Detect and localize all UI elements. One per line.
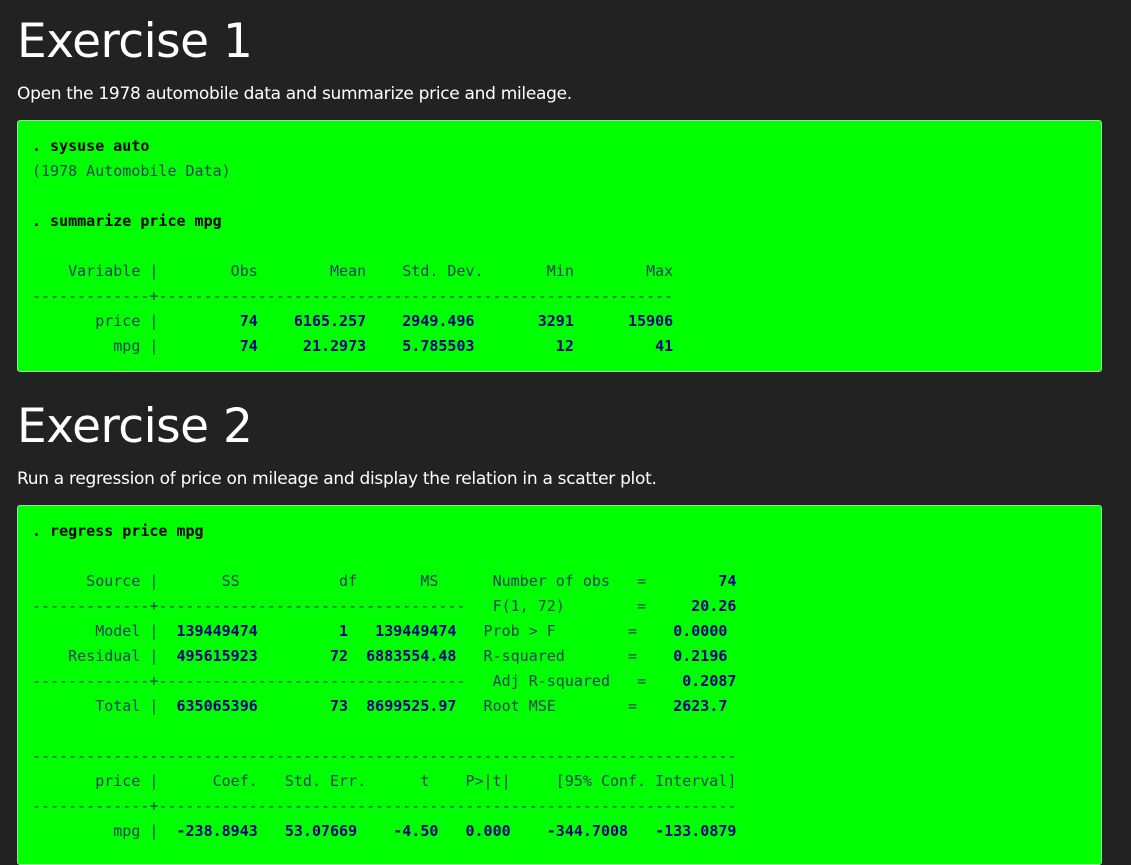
anova-row: Source | SS df MS Number of obs = 74 bbox=[32, 569, 736, 594]
summary-separator: -------------+--------------------------… bbox=[32, 287, 674, 305]
stat-label: R-squared = bbox=[456, 647, 638, 665]
coef-separator-mid: -------------+--------------------------… bbox=[32, 797, 737, 815]
summary-row-mpg: mpg | 74 21.2973 5.785503 12 41 bbox=[32, 334, 673, 359]
exercise-1-title: Exercise 1 bbox=[17, 14, 253, 69]
anova-left: -------------+--------------------------… bbox=[32, 597, 466, 615]
stat-value: 0.0000 bbox=[637, 622, 728, 640]
row-values: 74 6165.257 2949.496 3291 15906 bbox=[158, 312, 674, 330]
anova-row: Total | 635065396 73 8699525.97 Root MSE… bbox=[32, 694, 727, 719]
anova-row: -------------+--------------------------… bbox=[32, 669, 736, 694]
coef-row-mpg: mpg | -238.8943 53.07669 -4.50 0.000 -34… bbox=[32, 819, 736, 844]
anova-values: 635065396 73 8699525.97 bbox=[158, 697, 457, 715]
stat-value: 2623.7 bbox=[637, 697, 728, 715]
stat-label: Root MSE = bbox=[456, 697, 638, 715]
anova-row: Residual | 495615923 72 6883554.48 R-squ… bbox=[32, 644, 727, 669]
anova-row: Model | 139449474 1 139449474 Prob > F =… bbox=[32, 619, 727, 644]
stat-value: 0.2087 bbox=[646, 672, 737, 690]
anova-left: Residual | bbox=[32, 647, 159, 665]
stat-label: Number of obs = bbox=[465, 572, 647, 590]
coef-separator-top: ----------------------------------------… bbox=[32, 747, 737, 765]
anova-left: Source | SS df MS bbox=[32, 572, 466, 590]
anova-left: Total | bbox=[32, 697, 159, 715]
summary-row-price: price | 74 6165.257 2949.496 3291 15906 bbox=[32, 309, 673, 334]
anova-left: -------------+--------------------------… bbox=[32, 672, 466, 690]
anova-row: -------------+--------------------------… bbox=[32, 594, 736, 619]
stat-value: 74 bbox=[646, 572, 737, 590]
row-values: 74 21.2973 5.785503 12 41 bbox=[158, 337, 674, 355]
stat-value: 0.2196 bbox=[637, 647, 728, 665]
row-label: mpg | bbox=[32, 822, 159, 840]
stat-value: 20.26 bbox=[646, 597, 737, 615]
stat-label: Prob > F = bbox=[456, 622, 638, 640]
exercise-1-output: . sysuse auto (1978 Automobile Data) . s… bbox=[17, 120, 1102, 372]
anova-left: Model | bbox=[32, 622, 159, 640]
row-values: -238.8943 53.07669 -4.50 0.000 -344.7008… bbox=[158, 822, 737, 840]
summary-header: Variable | Obs Mean Std. Dev. Min Max bbox=[32, 262, 674, 280]
coef-header: price | Coef. Std. Err. t P>|t| [95% Con… bbox=[32, 772, 737, 790]
stat-label: Adj R-squared = bbox=[465, 672, 647, 690]
command-sysuse: . sysuse auto bbox=[32, 137, 150, 155]
exercise-2-output: . regress price mpg Source | SS df MS Nu… bbox=[17, 505, 1102, 865]
command-summarize: . summarize price mpg bbox=[32, 212, 222, 230]
stat-label: F(1, 72) = bbox=[465, 597, 647, 615]
anova-values: 495615923 72 6883554.48 bbox=[158, 647, 457, 665]
exercise-1-description: Open the 1978 automobile data and summar… bbox=[17, 84, 572, 104]
dataset-note: (1978 Automobile Data) bbox=[32, 162, 231, 180]
exercise-2-title: Exercise 2 bbox=[17, 399, 253, 454]
row-label: mpg | bbox=[32, 337, 159, 355]
exercise-2-description: Run a regression of price on mileage and… bbox=[17, 469, 657, 489]
anova-values: 139449474 1 139449474 bbox=[158, 622, 457, 640]
command-regress: . regress price mpg bbox=[32, 522, 204, 540]
row-label: price | bbox=[32, 312, 159, 330]
